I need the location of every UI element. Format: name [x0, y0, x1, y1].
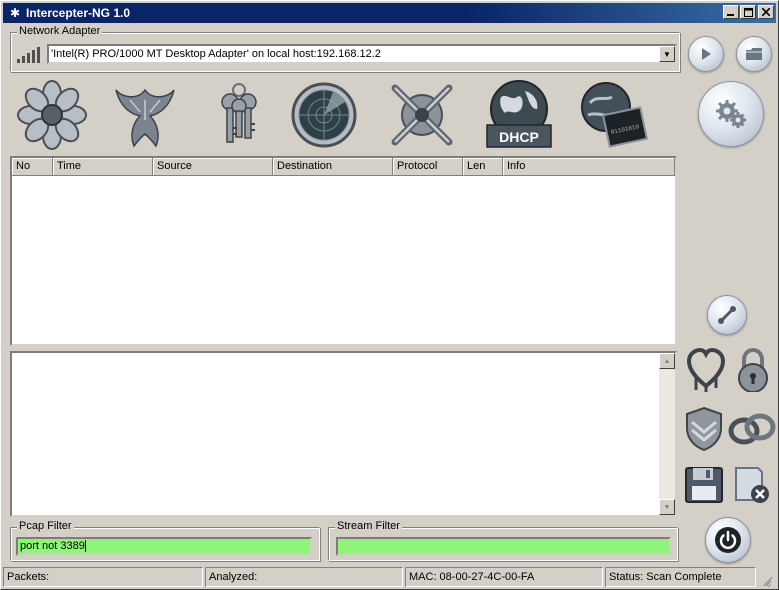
close-button[interactable]: [758, 5, 774, 19]
network-adapter-select[interactable]: 'Intel(R) PRO/1000 MT Desktop Adapter' o…: [47, 44, 677, 64]
save-icon[interactable]: [683, 465, 725, 505]
status-bar: Packets: Analyzed: MAC: 08-00-27-4C-00-F…: [3, 567, 778, 587]
stream-filter-label: Stream Filter: [335, 520, 402, 532]
phoenix-icon[interactable]: [107, 77, 183, 153]
signal-bars-icon: [17, 43, 43, 63]
pcap-filter-value: port not 3389: [20, 540, 85, 552]
pcap-filter-input[interactable]: port not 3389: [16, 537, 312, 556]
gears-icon: [716, 100, 746, 128]
status-mac: MAC: 08-00-27-4C-00-FA: [405, 567, 603, 587]
resize-grip[interactable]: [758, 567, 774, 587]
minimize-icon: [727, 14, 734, 16]
column-header-source[interactable]: Source: [153, 158, 273, 176]
minimize-button[interactable]: [723, 5, 739, 19]
column-header-time[interactable]: Time: [53, 158, 153, 176]
folder-icon: [746, 48, 762, 60]
keys-icon[interactable]: [201, 77, 277, 153]
maximize-button[interactable]: [740, 5, 756, 19]
close-icon: [762, 8, 770, 16]
clear-log-icon[interactable]: [729, 463, 773, 507]
dhcp-globe-icon[interactable]: DHCP: [481, 77, 557, 153]
chevron-down-icon[interactable]: ▼: [659, 46, 675, 62]
network-terminal-icon[interactable]: 01101010: [574, 77, 650, 153]
power-button[interactable]: [705, 517, 751, 563]
radar-icon[interactable]: [286, 77, 362, 153]
status-packets: Packets:: [3, 567, 203, 587]
column-header-len[interactable]: Len: [463, 158, 503, 176]
title-bar[interactable]: ✱ Intercepter-NG 1.0: [3, 3, 776, 23]
pcap-filter-group: Pcap Filter port not 3389: [10, 520, 320, 561]
rings-icon[interactable]: [727, 409, 777, 449]
packet-detail-pane[interactable]: ▲ ▼: [10, 351, 677, 517]
lock-icon[interactable]: [733, 347, 773, 393]
stream-filter-group: Stream Filter: [328, 520, 678, 561]
network-adapter-label: Network Adapter: [17, 25, 103, 37]
pcap-filter-label: Pcap Filter: [17, 520, 74, 532]
column-header-info[interactable]: Info: [503, 158, 675, 176]
shield-icon[interactable]: [683, 405, 725, 453]
app-icon: ✱: [9, 6, 21, 20]
connect-button[interactable]: [707, 295, 747, 335]
scroll-down-button[interactable]: ▼: [659, 499, 675, 515]
window-title: Intercepter-NG 1.0: [26, 6, 131, 20]
play-icon: [702, 48, 711, 60]
flower-icon[interactable]: [14, 77, 90, 153]
column-header-no[interactable]: No: [12, 158, 53, 176]
status-analyzed: Analyzed:: [205, 567, 403, 587]
column-header-protocol[interactable]: Protocol: [393, 158, 463, 176]
maximize-icon: [743, 7, 753, 17]
column-header-destination[interactable]: Destination: [273, 158, 393, 176]
settings-button[interactable]: [698, 81, 764, 147]
open-button[interactable]: [736, 36, 772, 72]
power-icon: [715, 527, 741, 553]
text-caret: [84, 540, 86, 553]
scroll-up-button[interactable]: ▲: [659, 353, 675, 369]
heart-icon[interactable]: [685, 347, 727, 393]
link-icon: [718, 306, 736, 324]
packet-table-header: No Time Source Destination Protocol Len …: [12, 158, 675, 176]
status-state: Status: Scan Complete: [605, 567, 756, 587]
packet-table[interactable]: No Time Source Destination Protocol Len …: [10, 156, 677, 346]
stream-filter-input[interactable]: [336, 537, 671, 556]
network-adapter-group: Network Adapter 'Intel(R) PRO/1000 MT De…: [10, 25, 680, 72]
main-window: ✱ Intercepter-NG 1.0 Network Adapter 'In…: [0, 0, 779, 590]
detail-scrollbar[interactable]: ▲ ▼: [659, 353, 675, 515]
start-button[interactable]: [688, 36, 724, 72]
dhcp-label: DHCP: [499, 129, 539, 145]
crossed-swords-icon[interactable]: [384, 77, 460, 153]
adapter-selected-value: 'Intel(R) PRO/1000 MT Desktop Adapter' o…: [51, 48, 381, 60]
